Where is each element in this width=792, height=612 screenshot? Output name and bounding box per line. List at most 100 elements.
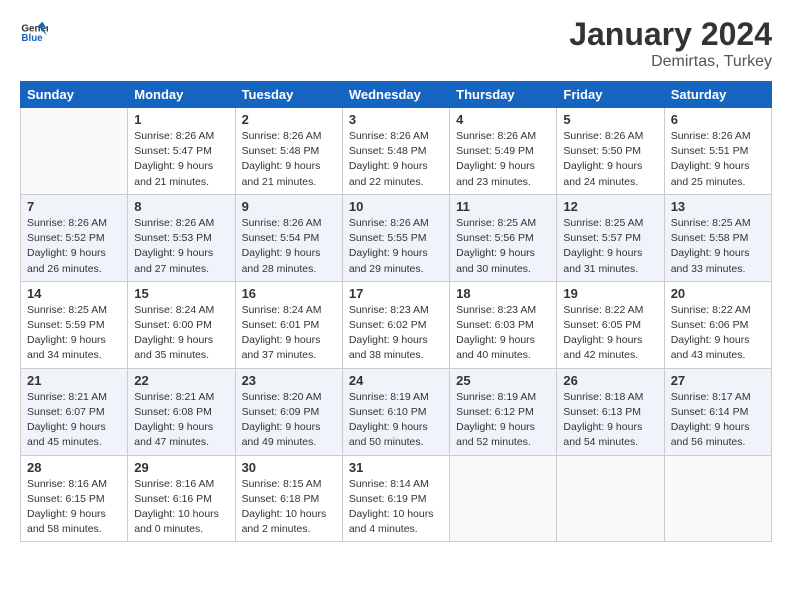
cell-info: Sunrise: 8:23 AMSunset: 6:03 PMDaylight:… [456, 303, 550, 364]
cell-day-number: 19 [563, 286, 657, 301]
header: General Blue January 2024 Demirtas, Turk… [20, 16, 772, 71]
calendar-cell: 13Sunrise: 8:25 AMSunset: 5:58 PMDayligh… [664, 194, 771, 281]
cell-day-number: 8 [134, 199, 228, 214]
cell-info: Sunrise: 8:20 AMSunset: 6:09 PMDaylight:… [242, 390, 336, 451]
cell-day-number: 28 [27, 460, 121, 475]
cell-info: Sunrise: 8:26 AMSunset: 5:50 PMDaylight:… [563, 129, 657, 190]
calendar-cell [21, 108, 128, 195]
cell-day-number: 18 [456, 286, 550, 301]
cell-day-number: 1 [134, 112, 228, 127]
calendar-cell [664, 455, 771, 542]
calendar-cell: 17 Sunrise: 8:23 AMSunset: 6:02 PMDayligh… [342, 281, 449, 368]
cell-info: Sunrise: 8:24 AMSunset: 6:01 PMDaylight:… [242, 303, 336, 364]
calendar-header-friday: Friday [557, 82, 664, 108]
calendar-header-thursday: Thursday [450, 82, 557, 108]
calendar-header-saturday: Saturday [664, 82, 771, 108]
calendar-cell: 12 Sunrise: 8:25 AMSunset: 5:57 PMDayligh… [557, 194, 664, 281]
cell-info: Sunrise: 8:18 AMSunset: 6:13 PMDaylight:… [563, 390, 657, 451]
calendar-header-wednesday: Wednesday [342, 82, 449, 108]
cell-info: Sunrise: 8:17 AMSunset: 6:14 PMDaylight:… [671, 390, 765, 451]
calendar-cell: 19 Sunrise: 8:22 AMSunset: 6:05 PMDayligh… [557, 281, 664, 368]
cell-day-number: 23 [242, 373, 336, 388]
calendar-cell: 27 Sunrise: 8:17 AMSunset: 6:14 PMDayligh… [664, 368, 771, 455]
svg-text:Blue: Blue [21, 33, 43, 44]
cell-info: Sunrise: 8:26 AMSunset: 5:49 PMDaylight:… [456, 129, 550, 190]
cell-day-number: 6 [671, 112, 765, 127]
calendar-cell: 24 Sunrise: 8:19 AMSunset: 6:10 PMDayligh… [342, 368, 449, 455]
cell-day-number: 27 [671, 373, 765, 388]
cell-day-number: 29 [134, 460, 228, 475]
cell-info: Sunrise: 8:25 AMSunset: 5:57 PMDaylight:… [563, 216, 657, 277]
cell-info: Sunrise: 8:26 AMSunset: 5:47 PMDaylight:… [134, 129, 228, 190]
page: General Blue January 2024 Demirtas, Turk… [0, 0, 792, 612]
cell-info: Sunrise: 8:22 AMSunset: 6:05 PMDaylight:… [563, 303, 657, 364]
cell-info: Sunrise: 8:26 AMSunset: 5:48 PMDaylight:… [349, 129, 443, 190]
calendar-table: SundayMondayTuesdayWednesdayThursdayFrid… [20, 81, 772, 542]
calendar-cell: 2Sunrise: 8:26 AMSunset: 5:48 PMDaylight… [235, 108, 342, 195]
calendar-cell: 1 Sunrise: 8:26 AMSunset: 5:47 PMDaylight… [128, 108, 235, 195]
cell-info: Sunrise: 8:25 AMSunset: 5:59 PMDaylight:… [27, 303, 121, 364]
cell-info: Sunrise: 8:21 AMSunset: 6:07 PMDaylight:… [27, 390, 121, 451]
calendar-cell: 16Sunrise: 8:24 AMSunset: 6:01 PMDayligh… [235, 281, 342, 368]
calendar-cell: 31Sunrise: 8:14 AMSunset: 6:19 PMDayligh… [342, 455, 449, 542]
calendar-cell: 20 Sunrise: 8:22 AMSunset: 6:06 PMDayligh… [664, 281, 771, 368]
cell-info: Sunrise: 8:19 AMSunset: 6:10 PMDaylight:… [349, 390, 443, 451]
month-title: January 2024 [569, 16, 772, 53]
calendar-cell: 5 Sunrise: 8:26 AMSunset: 5:50 PMDaylight… [557, 108, 664, 195]
calendar-cell: 6 Sunrise: 8:26 AMSunset: 5:51 PMDaylight… [664, 108, 771, 195]
calendar-header-sunday: Sunday [21, 82, 128, 108]
cell-info: Sunrise: 8:26 AMSunset: 5:53 PMDaylight:… [134, 216, 228, 277]
cell-day-number: 13 [671, 199, 765, 214]
cell-day-number: 9 [242, 199, 336, 214]
calendar-week-row: 7 Sunrise: 8:26 AMSunset: 5:52 PMDaylight… [21, 194, 772, 281]
calendar-cell: 23 Sunrise: 8:20 AMSunset: 6:09 PMDayligh… [235, 368, 342, 455]
cell-day-number: 5 [563, 112, 657, 127]
logo-icon: General Blue [20, 16, 48, 44]
cell-info: Sunrise: 8:15 AMSunset: 6:18 PMDaylight:… [242, 477, 336, 538]
cell-day-number: 7 [27, 199, 121, 214]
cell-info: Sunrise: 8:24 AMSunset: 6:00 PMDaylight:… [134, 303, 228, 364]
cell-info: Sunrise: 8:26 AMSunset: 5:48 PMDaylight:… [242, 129, 336, 190]
cell-info: Sunrise: 8:22 AMSunset: 6:06 PMDaylight:… [671, 303, 765, 364]
cell-day-number: 14 [27, 286, 121, 301]
calendar-cell: 10Sunrise: 8:26 AMSunset: 5:55 PMDayligh… [342, 194, 449, 281]
calendar-cell: 14 Sunrise: 8:25 AMSunset: 5:59 PMDayligh… [21, 281, 128, 368]
calendar-cell: 3 Sunrise: 8:26 AMSunset: 5:48 PMDaylight… [342, 108, 449, 195]
cell-day-number: 3 [349, 112, 443, 127]
calendar-header-row: SundayMondayTuesdayWednesdayThursdayFrid… [21, 82, 772, 108]
cell-day-number: 12 [563, 199, 657, 214]
cell-day-number: 20 [671, 286, 765, 301]
calendar-cell: 22 Sunrise: 8:21 AMSunset: 6:08 PMDayligh… [128, 368, 235, 455]
cell-day-number: 30 [242, 460, 336, 475]
logo: General Blue [20, 16, 48, 44]
location-title: Demirtas, Turkey [569, 53, 772, 71]
cell-info: Sunrise: 8:21 AMSunset: 6:08 PMDaylight:… [134, 390, 228, 451]
cell-info: Sunrise: 8:19 AMSunset: 6:12 PMDaylight:… [456, 390, 550, 451]
calendar-header-tuesday: Tuesday [235, 82, 342, 108]
calendar-cell: 11 Sunrise: 8:25 AMSunset: 5:56 PMDayligh… [450, 194, 557, 281]
calendar-cell: 4Sunrise: 8:26 AMSunset: 5:49 PMDaylight… [450, 108, 557, 195]
cell-day-number: 26 [563, 373, 657, 388]
cell-day-number: 17 [349, 286, 443, 301]
calendar-header-monday: Monday [128, 82, 235, 108]
calendar-cell: 9Sunrise: 8:26 AMSunset: 5:54 PMDaylight… [235, 194, 342, 281]
calendar-week-row: 28 Sunrise: 8:16 AMSunset: 6:15 PMDayligh… [21, 455, 772, 542]
title-block: January 2024 Demirtas, Turkey [569, 16, 772, 71]
cell-info: Sunrise: 8:16 AMSunset: 6:16 PMDaylight:… [134, 477, 228, 538]
calendar-cell: 18 Sunrise: 8:23 AMSunset: 6:03 PMDayligh… [450, 281, 557, 368]
cell-info: Sunrise: 8:26 AMSunset: 5:51 PMDaylight:… [671, 129, 765, 190]
cell-info: Sunrise: 8:26 AMSunset: 5:52 PMDaylight:… [27, 216, 121, 277]
cell-info: Sunrise: 8:25 AMSunset: 5:56 PMDaylight:… [456, 216, 550, 277]
calendar-cell: 15 Sunrise: 8:24 AMSunset: 6:00 PMDayligh… [128, 281, 235, 368]
calendar-cell: 21Sunrise: 8:21 AMSunset: 6:07 PMDayligh… [21, 368, 128, 455]
cell-day-number: 11 [456, 199, 550, 214]
calendar-cell: 8 Sunrise: 8:26 AMSunset: 5:53 PMDaylight… [128, 194, 235, 281]
calendar-cell: 25Sunrise: 8:19 AMSunset: 6:12 PMDayligh… [450, 368, 557, 455]
calendar-week-row: 21Sunrise: 8:21 AMSunset: 6:07 PMDayligh… [21, 368, 772, 455]
cell-day-number: 24 [349, 373, 443, 388]
cell-info: Sunrise: 8:16 AMSunset: 6:15 PMDaylight:… [27, 477, 121, 538]
cell-day-number: 22 [134, 373, 228, 388]
calendar-cell: 26 Sunrise: 8:18 AMSunset: 6:13 PMDayligh… [557, 368, 664, 455]
cell-day-number: 15 [134, 286, 228, 301]
cell-info: Sunrise: 8:23 AMSunset: 6:02 PMDaylight:… [349, 303, 443, 364]
